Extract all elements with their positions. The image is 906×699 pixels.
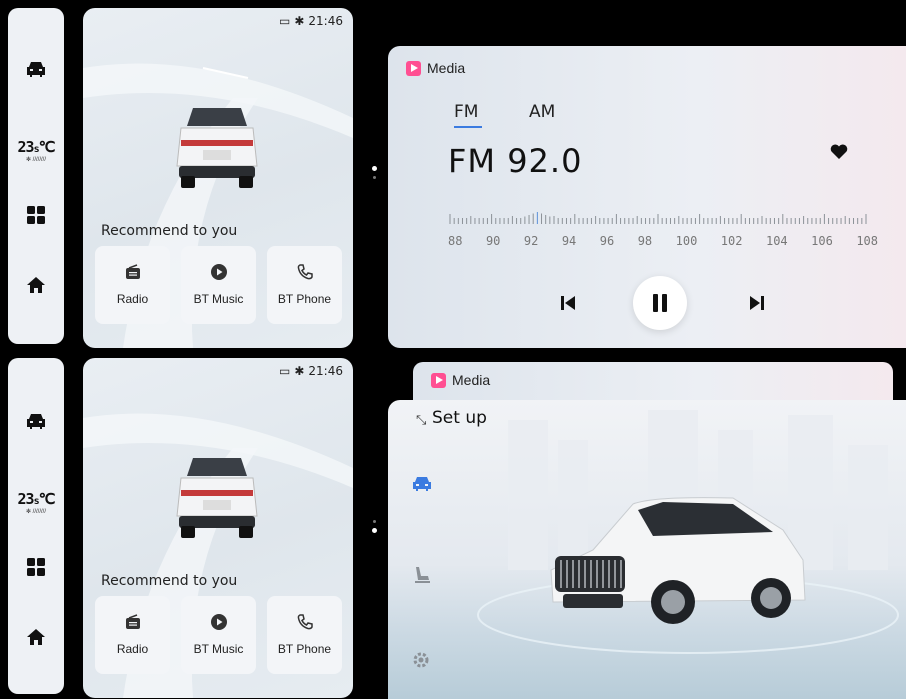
temp-unit: ℃ xyxy=(38,138,56,156)
scale-label: 106 xyxy=(811,234,833,248)
apps-button[interactable] xyxy=(8,558,64,576)
status-bar: ▭ ✱ 21:46 xyxy=(279,364,343,378)
previous-button[interactable] xyxy=(556,291,580,315)
vehicle-nav-button[interactable] xyxy=(8,60,64,78)
car-settings-icon[interactable] xyxy=(412,476,432,492)
home-card: ▭ ✱ 21:46 Recommend to you Radio BT Musi… xyxy=(83,358,353,698)
scale-label: 88 xyxy=(448,234,463,248)
home-icon xyxy=(27,277,45,293)
media-title: Media xyxy=(427,60,466,76)
left-rail: 23s℃ ✻ //////// xyxy=(8,8,64,344)
page-dot xyxy=(373,520,376,523)
scale-label: 98 xyxy=(637,234,653,248)
shortcut-radio[interactable]: Radio xyxy=(95,596,170,674)
page-indicator xyxy=(372,520,378,538)
scale-label: 92 xyxy=(523,234,539,248)
home-icon xyxy=(27,629,45,645)
fan-level-icon: ✻ //////// xyxy=(25,157,47,163)
setup-title: Set up xyxy=(432,408,487,428)
pause-icon xyxy=(653,294,667,312)
home-button[interactable] xyxy=(8,276,64,294)
clock: 21:46 xyxy=(308,364,343,378)
scale-label: 94 xyxy=(561,234,577,248)
vehicle-nav-button[interactable] xyxy=(8,412,64,430)
scale-label: 90 xyxy=(485,234,501,248)
shortcut-radio[interactable]: Radio xyxy=(95,246,170,324)
screen-media: 23s℃ ✻ //////// ▭ ✱ 21:46 Recommend to y… xyxy=(0,0,906,350)
temp-value: 23 xyxy=(17,490,35,508)
left-rail: 23s℃ ✻ //////// xyxy=(8,358,64,694)
suv-3d-image xyxy=(550,497,806,624)
scale-label: 100 xyxy=(675,234,698,248)
fan-level-icon: ✻ //////// xyxy=(25,509,47,515)
phone-icon xyxy=(297,264,313,280)
tab-am[interactable]: AM xyxy=(529,102,555,122)
gear-icon[interactable] xyxy=(412,651,430,669)
recommend-title: Recommend to you xyxy=(101,223,238,239)
bluetooth-icon: ✱ xyxy=(294,14,305,28)
car-rear-image xyxy=(176,108,258,188)
shortcut-label: BT Phone xyxy=(277,292,332,306)
frequency-scale[interactable] xyxy=(448,204,868,226)
climate-temp[interactable]: 23s℃ ✻ //////// xyxy=(8,138,64,163)
scale-label: 108 xyxy=(856,234,878,248)
media-title: Media xyxy=(452,372,491,388)
shortcut-label: BT Phone xyxy=(277,642,332,656)
frequency-scale-labels: 88 90 92 94 96 98 100 102 104 106 108 xyxy=(448,234,878,248)
skip-next-icon xyxy=(750,296,764,310)
clock: 21:46 xyxy=(308,14,343,28)
battery-icon: ▭ xyxy=(279,14,291,28)
home-button[interactable] xyxy=(8,628,64,646)
grid-icon xyxy=(27,206,45,224)
media-card: Media FM AM FM 92.0 88 90 92 94 96 98 10… xyxy=(388,46,906,348)
bluetooth-icon: ✱ xyxy=(294,364,305,378)
tab-fm[interactable]: FM xyxy=(454,102,483,128)
play-circle-icon xyxy=(210,264,227,280)
page-dot-active xyxy=(372,528,377,533)
favorite-heart-icon[interactable] xyxy=(830,144,848,160)
setup-card: ⤡ Set up xyxy=(388,400,906,699)
collapse-icon[interactable]: ⤡ xyxy=(416,412,426,428)
page-indicator xyxy=(372,166,378,184)
seat-icon[interactable] xyxy=(412,566,432,584)
status-bar: ▭ ✱ 21:46 xyxy=(279,14,343,28)
radio-icon xyxy=(125,264,140,279)
shortcut-bt-music[interactable]: BT Music xyxy=(181,596,256,674)
car-rear-image xyxy=(176,458,258,538)
scale-label: 102 xyxy=(720,234,743,248)
media-app-icon xyxy=(406,60,421,76)
temp-value: 23 xyxy=(17,138,35,156)
page-dot-active xyxy=(372,166,377,171)
phone-icon xyxy=(297,614,313,630)
shortcut-label: BT Music xyxy=(193,642,244,656)
car-icon xyxy=(27,414,45,429)
climate-temp[interactable]: 23s℃ ✻ //////// xyxy=(8,490,64,515)
shortcut-label: BT Music xyxy=(193,292,244,306)
battery-icon: ▭ xyxy=(279,364,291,378)
scale-label: 96 xyxy=(599,234,615,248)
frequency-display: FM 92.0 xyxy=(448,142,583,180)
radio-icon xyxy=(125,614,140,629)
temp-unit: ℃ xyxy=(38,490,56,508)
media-header: Media xyxy=(406,60,465,76)
home-card: ▭ ✱ 21:46 Recommend to you Radio BT Musi… xyxy=(83,8,353,348)
media-card-collapsed[interactable]: Media xyxy=(413,362,893,402)
shortcut-bt-phone[interactable]: BT Phone xyxy=(267,596,342,674)
next-button[interactable] xyxy=(745,291,769,315)
play-pause-button[interactable] xyxy=(633,276,687,330)
car-icon xyxy=(27,62,45,77)
grid-icon xyxy=(27,558,45,576)
page-dot xyxy=(373,176,376,179)
media-app-icon xyxy=(431,372,446,388)
shortcut-bt-music[interactable]: BT Music xyxy=(181,246,256,324)
shortcut-label: Radio xyxy=(116,292,149,306)
play-circle-icon xyxy=(210,614,227,630)
shortcut-label: Radio xyxy=(116,642,149,656)
shortcut-bt-phone[interactable]: BT Phone xyxy=(267,246,342,324)
scale-label: 104 xyxy=(765,234,788,248)
media-header: Media xyxy=(431,372,490,388)
apps-button[interactable] xyxy=(8,206,64,224)
recommend-title: Recommend to you xyxy=(101,573,238,589)
skip-previous-icon xyxy=(561,296,575,310)
